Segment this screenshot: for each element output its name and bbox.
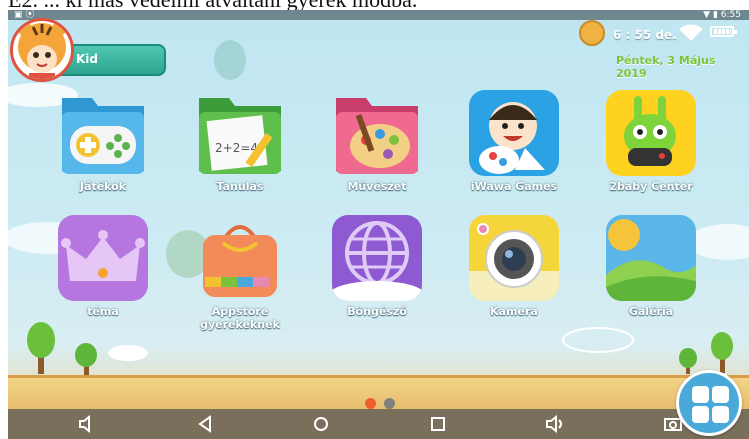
recents-icon[interactable] bbox=[428, 415, 448, 433]
app-kamera[interactable]: Kamera bbox=[454, 215, 574, 325]
profile-name: Kid bbox=[76, 52, 99, 66]
app-appstore-gyerekeknek[interactable]: Appstore gyerekeknek bbox=[180, 215, 300, 331]
gallery-icon bbox=[606, 215, 696, 301]
app-label: Tanulás bbox=[216, 180, 264, 193]
globe-browser-icon bbox=[332, 215, 422, 301]
app-bongeszo[interactable]: Böngésző bbox=[317, 215, 437, 325]
learning-folder-icon: 2+2=4 bbox=[195, 90, 285, 176]
app-label: Kamera bbox=[490, 305, 538, 318]
avatar[interactable] bbox=[10, 18, 74, 82]
home-icon[interactable] bbox=[311, 415, 331, 433]
2baby-center-icon bbox=[606, 90, 696, 176]
app-label: iWawa Games bbox=[470, 180, 558, 193]
app-iwawa-games[interactable]: iWawa Games bbox=[454, 90, 574, 200]
page-dot-active[interactable] bbox=[365, 398, 376, 409]
app-label: 2baby Center bbox=[609, 180, 693, 193]
clock-time: 6 : 55 de. bbox=[613, 28, 677, 42]
volume-up-icon[interactable] bbox=[545, 415, 565, 433]
app-label: Játékok bbox=[79, 180, 127, 193]
crown-theme-icon bbox=[58, 215, 148, 301]
app-label: Művészet bbox=[347, 180, 407, 193]
app-label: Böngésző bbox=[347, 305, 407, 318]
iwawa-games-icon bbox=[469, 90, 559, 176]
page-dot[interactable] bbox=[384, 398, 396, 409]
app-2baby-center[interactable]: 2baby Center bbox=[591, 90, 711, 200]
all-apps-button[interactable] bbox=[676, 370, 742, 436]
profile-card[interactable]: Kid bbox=[8, 18, 168, 84]
wifi-icon bbox=[679, 24, 703, 41]
shopping-bag-icon bbox=[195, 215, 285, 301]
app-galeria[interactable]: Galéria bbox=[591, 215, 711, 325]
art-folder-icon bbox=[332, 90, 422, 176]
back-icon[interactable] bbox=[196, 415, 216, 433]
clock-icon[interactable] bbox=[579, 20, 605, 46]
camera-icon bbox=[469, 215, 559, 301]
app-tanulas[interactable]: 2+2=4 Tanulás bbox=[180, 90, 300, 200]
battery-icon bbox=[710, 26, 737, 37]
svg-text:2+2=4: 2+2=4 bbox=[215, 141, 258, 155]
games-folder-icon bbox=[58, 90, 148, 176]
navigation-bar bbox=[8, 409, 749, 439]
app-label: Galéria bbox=[628, 305, 674, 318]
kid-launcher-screen: ▣ ⦿ ▼ ▮ 6:55 Kid 6: 55 de. Péntek, 3 Má… bbox=[8, 10, 749, 439]
caption-text: E2. ... ki más vedelmi atvaltani gyerek … bbox=[0, 0, 749, 10]
app-jatekok[interactable]: Játékok bbox=[43, 90, 163, 200]
app-label: téma bbox=[87, 305, 119, 318]
clock-date: Péntek, 3 Május 2019 bbox=[616, 54, 716, 80]
app-muveszet[interactable]: Művészet bbox=[317, 90, 437, 200]
tiger-avatar-icon bbox=[18, 22, 66, 79]
volume-down-icon[interactable] bbox=[76, 415, 96, 433]
app-tema[interactable]: téma bbox=[43, 215, 163, 325]
app-label: Appstore gyerekeknek bbox=[200, 305, 280, 331]
